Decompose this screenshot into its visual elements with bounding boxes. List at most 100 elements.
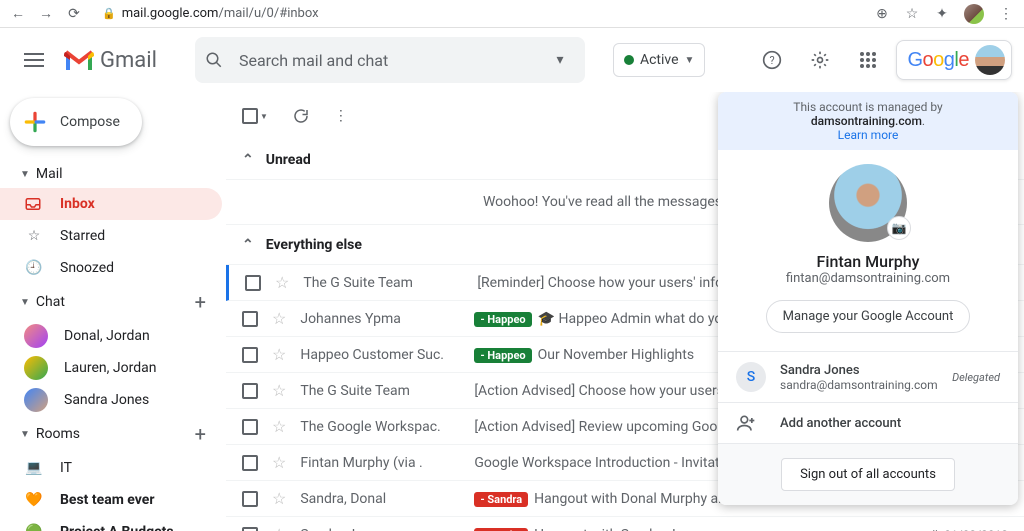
- learn-more-link[interactable]: Learn more: [736, 128, 1000, 142]
- label-chip: - Happeo: [474, 348, 531, 363]
- gmail-label: Gmail: [100, 48, 157, 73]
- zoom-icon[interactable]: ⊕: [874, 6, 890, 22]
- mail-sender: Fintan Murphy (via .: [300, 455, 460, 471]
- room-item[interactable]: 🧡Best team ever: [0, 484, 222, 516]
- row-checkbox[interactable]: [242, 347, 258, 363]
- sidebar-item-snoozed[interactable]: 🕘Snoozed: [0, 252, 222, 284]
- main-menu-button[interactable]: [12, 38, 56, 82]
- chevron-down-icon: ▼: [685, 55, 695, 66]
- star-button[interactable]: ☆: [272, 453, 286, 472]
- search-bar[interactable]: Search mail and chat ▾: [195, 37, 585, 83]
- mail-sender: Johannes Ypma: [300, 311, 460, 327]
- star-button[interactable]: ☆: [275, 273, 289, 292]
- svg-text:?: ?: [770, 54, 775, 67]
- mail-row[interactable]: ☆ Sandra Jones - SandraHangout with Sandra…: [226, 517, 1024, 531]
- star-button[interactable]: ☆: [272, 345, 286, 364]
- inbox-icon: [24, 195, 44, 213]
- add-chat-button[interactable]: +: [195, 290, 206, 314]
- row-checkbox[interactable]: [245, 275, 261, 291]
- room-icon: 💻: [24, 460, 44, 476]
- chevron-down-icon: ▼: [20, 297, 30, 308]
- help-icon[interactable]: ?: [752, 40, 792, 80]
- chevron-down-icon: ▼: [20, 169, 30, 180]
- mail-sender: Happeo Customer Suc.: [300, 347, 460, 363]
- row-checkbox[interactable]: [242, 311, 258, 327]
- google-account-button[interactable]: Google: [896, 40, 1012, 80]
- select-all-checkbox[interactable]: ▼: [242, 108, 268, 124]
- plus-icon: [22, 109, 48, 135]
- room-item[interactable]: 🟢Project A Budgets: [0, 516, 222, 531]
- chat-avatar-icon: [24, 356, 48, 380]
- settings-icon[interactable]: [800, 40, 840, 80]
- user-email: fintan@damsontraining.com: [738, 271, 998, 286]
- section-rooms[interactable]: ▼Rooms+: [0, 416, 222, 452]
- bookmark-icon[interactable]: ☆: [904, 6, 920, 22]
- row-checkbox[interactable]: [242, 419, 258, 435]
- star-icon: ☆: [24, 228, 44, 244]
- section-mail[interactable]: ▼Mail: [0, 160, 222, 188]
- back-icon[interactable]: ←: [10, 6, 26, 22]
- search-options-icon[interactable]: ▾: [545, 52, 575, 68]
- mail-sender: Sandra, Donal: [300, 491, 460, 507]
- profile-avatar-icon[interactable]: [964, 4, 984, 24]
- account-switcher-panel: This account is managed by damsontrainin…: [718, 92, 1018, 505]
- address-bar[interactable]: 🔒 mail.google.com/mail/u/0/#inbox: [102, 6, 862, 21]
- sidebar-item-inbox[interactable]: Inbox: [0, 188, 222, 220]
- row-checkbox[interactable]: [242, 527, 258, 531]
- mail-sender: Sandra Jones: [300, 527, 460, 531]
- add-room-button[interactable]: +: [195, 422, 206, 446]
- chat-item[interactable]: Donal, Jordan: [0, 320, 222, 352]
- delegate-avatar-icon: S: [736, 362, 766, 392]
- chat-item[interactable]: Lauren, Jordan: [0, 352, 222, 384]
- mail-date: 01/02/2018: [944, 528, 1008, 531]
- person-add-icon: [736, 413, 766, 433]
- sign-out-button[interactable]: Sign out of all accounts: [781, 458, 955, 491]
- hamburger-icon: [24, 53, 44, 67]
- mail-list-pane: ▼ ⋮ ⌃Unread Woohoo! You've read all the …: [226, 92, 1024, 531]
- manage-account-button[interactable]: Manage your Google Account: [766, 300, 971, 333]
- reload-icon[interactable]: ⟳: [66, 6, 82, 22]
- sidebar: Compose ▼Mail Inbox ☆Starred 🕘Snoozed ▼C…: [0, 92, 226, 531]
- gmail-logo[interactable]: Gmail: [64, 48, 187, 73]
- sidebar-item-starred[interactable]: ☆Starred: [0, 220, 222, 252]
- row-checkbox[interactable]: [242, 455, 258, 471]
- status-chip[interactable]: Active ▼: [613, 43, 705, 77]
- lock-icon: 🔒: [102, 7, 116, 20]
- mail-subject: - SandraHangout with Sandra Jones: [474, 527, 917, 531]
- refresh-button[interactable]: [292, 107, 310, 125]
- room-item[interactable]: 💻IT: [0, 452, 222, 484]
- star-button[interactable]: ☆: [272, 381, 286, 400]
- user-name: Fintan Murphy: [738, 252, 998, 271]
- forward-icon[interactable]: →: [38, 6, 54, 22]
- star-button[interactable]: ☆: [272, 489, 286, 508]
- star-button[interactable]: ☆: [272, 417, 286, 436]
- chevron-up-icon: ⌃: [242, 152, 254, 168]
- chevron-down-icon: ▼: [20, 429, 30, 440]
- label-chip: - Sandra: [474, 528, 528, 531]
- browser-chrome: ← → ⟳ 🔒 mail.google.com/mail/u/0/#inbox …: [0, 0, 1024, 28]
- mail-sender: The Google Workspac.: [300, 419, 460, 435]
- star-button[interactable]: ☆: [272, 525, 286, 531]
- gmail-m-icon: [64, 48, 94, 72]
- search-placeholder: Search mail and chat: [239, 51, 545, 70]
- star-button[interactable]: ☆: [272, 309, 286, 328]
- search-icon[interactable]: [205, 51, 239, 69]
- row-checkbox[interactable]: [242, 383, 258, 399]
- delegated-account-row[interactable]: S Sandra Jones sandra@damsontraining.com…: [718, 351, 1018, 402]
- account-avatar-icon: [975, 45, 1005, 75]
- add-account-button[interactable]: Add another account: [718, 402, 1018, 443]
- chat-item[interactable]: Sandra Jones: [0, 384, 222, 416]
- apps-grid-icon[interactable]: [848, 40, 888, 80]
- extensions-icon[interactable]: ✦: [934, 6, 950, 22]
- managed-account-banner: This account is managed by damsontrainin…: [718, 92, 1018, 150]
- section-chat[interactable]: ▼Chat+: [0, 284, 222, 320]
- row-checkbox[interactable]: [242, 491, 258, 507]
- status-dot-icon: [624, 55, 634, 65]
- app-header: Gmail Search mail and chat ▾ Active ▼ ? …: [0, 28, 1024, 92]
- more-button[interactable]: ⋮: [334, 108, 348, 124]
- compose-button[interactable]: Compose: [10, 98, 142, 146]
- mail-sender: The G Suite Team: [303, 275, 463, 291]
- kebab-icon[interactable]: ⋮: [998, 6, 1014, 22]
- change-photo-button[interactable]: 📷: [887, 216, 911, 240]
- chat-avatar-icon: [24, 324, 48, 348]
